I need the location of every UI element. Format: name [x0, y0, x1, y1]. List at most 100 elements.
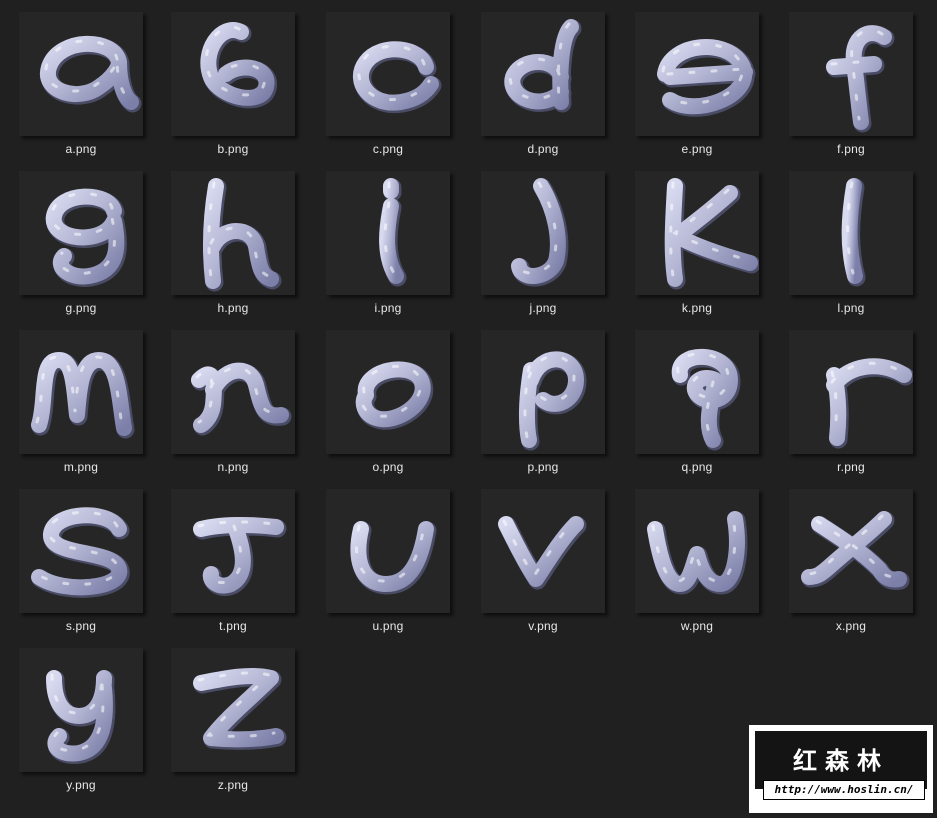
file-item-j[interactable]: j.png	[478, 171, 618, 326]
file-name-label: s.png	[65, 619, 97, 633]
bubble-letter-w-icon	[647, 511, 748, 595]
file-thumbnail[interactable]	[635, 330, 759, 454]
bubble-letter-p-icon	[518, 351, 587, 451]
file-item-b[interactable]: b.png	[168, 12, 308, 167]
file-name-label: f.png	[837, 142, 865, 156]
file-name-label: q.png	[681, 460, 713, 474]
bubble-letter-k-icon	[664, 178, 759, 290]
bubble-letter-t-icon	[193, 516, 287, 597]
file-name-label: k.png	[681, 301, 713, 315]
bubble-letter-v-icon	[498, 516, 587, 590]
file-name-label: p.png	[527, 460, 559, 474]
file-item-t[interactable]: t.png	[168, 489, 308, 644]
bubble-letter-o-icon	[355, 361, 434, 430]
file-thumbnail[interactable]	[19, 12, 143, 136]
file-thumbnail[interactable]	[481, 12, 605, 136]
file-thumbnail[interactable]	[789, 12, 913, 136]
file-name-label: b.png	[217, 142, 249, 156]
file-name-label: r.png	[837, 460, 865, 474]
file-name-label: v.png	[528, 619, 558, 633]
bubble-letter-u-icon	[350, 521, 437, 595]
bubble-letter-b-icon	[200, 22, 277, 109]
file-thumbnail[interactable]	[326, 489, 450, 613]
file-name-label: n.png	[217, 460, 249, 474]
file-thumbnail[interactable]	[635, 12, 759, 136]
file-item-r[interactable]: r.png	[786, 330, 926, 485]
file-item-f[interactable]: f.png	[786, 12, 926, 167]
file-thumbnail[interactable]	[171, 171, 295, 295]
file-item-c[interactable]: c.png	[323, 12, 463, 167]
file-item-l[interactable]: l.png	[786, 171, 926, 326]
file-thumbnail[interactable]	[789, 489, 913, 613]
file-name-label: x.png	[835, 619, 867, 633]
file-thumbnail[interactable]	[326, 330, 450, 454]
file-thumbnail[interactable]	[481, 330, 605, 454]
file-thumbnail[interactable]	[19, 648, 143, 772]
file-name-label: z.png	[217, 778, 249, 792]
file-item-h[interactable]: h.png	[168, 171, 308, 326]
file-item-v[interactable]: v.png	[478, 489, 618, 644]
file-thumbnail[interactable]	[635, 171, 759, 295]
bubble-letter-a-icon	[40, 35, 142, 113]
file-name-label: w.png	[680, 619, 714, 633]
watermark-brand: 红森林	[793, 747, 889, 775]
file-thumbnail[interactable]	[481, 489, 605, 613]
file-name-label: c.png	[372, 142, 404, 156]
file-name-label: d.png	[527, 142, 559, 156]
file-name-label: h.png	[217, 301, 249, 315]
bubble-letter-f-icon	[826, 25, 895, 133]
file-thumbnail[interactable]	[19, 171, 143, 295]
file-name-label: g.png	[65, 301, 97, 315]
file-item-w[interactable]: w.png	[632, 489, 772, 644]
file-thumbnail[interactable]	[789, 330, 913, 454]
bubble-letter-c-icon	[353, 41, 442, 114]
file-item-d[interactable]: d.png	[478, 12, 618, 167]
file-item-k[interactable]: k.png	[632, 171, 772, 326]
file-item-g[interactable]: g.png	[16, 171, 156, 326]
file-item-s[interactable]: s.png	[16, 489, 156, 644]
bubble-letter-x-icon	[801, 511, 910, 590]
file-name-label: u.png	[372, 619, 404, 633]
file-thumbnail[interactable]	[171, 330, 295, 454]
file-item-u[interactable]: u.png	[323, 489, 463, 644]
file-name-label: m.png	[63, 460, 99, 474]
file-name-label: i.png	[374, 301, 402, 315]
file-item-y[interactable]: y.png	[16, 648, 156, 803]
bubble-letter-d-icon	[504, 19, 582, 113]
file-thumbnail[interactable]	[171, 489, 295, 613]
file-item-m[interactable]: m.png	[16, 330, 156, 485]
file-item-e[interactable]: e.png	[632, 12, 772, 167]
file-name-label: y.png	[66, 778, 96, 792]
file-thumbnail[interactable]	[326, 12, 450, 136]
file-item-i[interactable]: i.png	[323, 171, 463, 326]
file-thumbnail[interactable]	[19, 330, 143, 454]
file-item-n[interactable]: n.png	[168, 330, 308, 485]
bubble-letter-e-icon	[657, 39, 756, 117]
file-item-a[interactable]: a.png	[16, 12, 156, 167]
bubble-letter-i-icon	[379, 178, 407, 287]
file-thumbnail[interactable]	[635, 489, 759, 613]
file-name-label: j.png	[529, 301, 557, 315]
file-name-label: e.png	[681, 142, 713, 156]
file-thumbnail[interactable]	[19, 489, 143, 613]
bubble-letter-g-icon	[45, 188, 127, 287]
bubble-letter-y-icon	[46, 670, 116, 765]
bubble-letter-j-icon	[511, 178, 569, 287]
file-item-x[interactable]: x.png	[786, 489, 926, 644]
file-thumbnail[interactable]	[481, 171, 605, 295]
file-thumbnail[interactable]	[326, 171, 450, 295]
file-thumbnail[interactable]	[171, 648, 295, 772]
bubble-letter-n-icon	[191, 362, 292, 436]
watermark-logo: 红森林 http://www.hoslin.cn/	[749, 725, 933, 813]
file-item-q[interactable]: q.png	[632, 330, 772, 485]
file-thumbnail[interactable]	[789, 171, 913, 295]
file-thumbnail[interactable]	[171, 12, 295, 136]
bubble-letter-h-icon	[202, 178, 282, 292]
file-item-p[interactable]: p.png	[478, 330, 618, 485]
file-item-o[interactable]: o.png	[323, 330, 463, 485]
watermark-url: http://www.hoslin.cn/	[763, 780, 925, 800]
file-item-z[interactable]: z.png	[168, 648, 308, 803]
file-name-label: a.png	[65, 142, 97, 156]
bubble-letter-z-icon	[193, 667, 287, 750]
file-name-label: l.png	[837, 301, 865, 315]
